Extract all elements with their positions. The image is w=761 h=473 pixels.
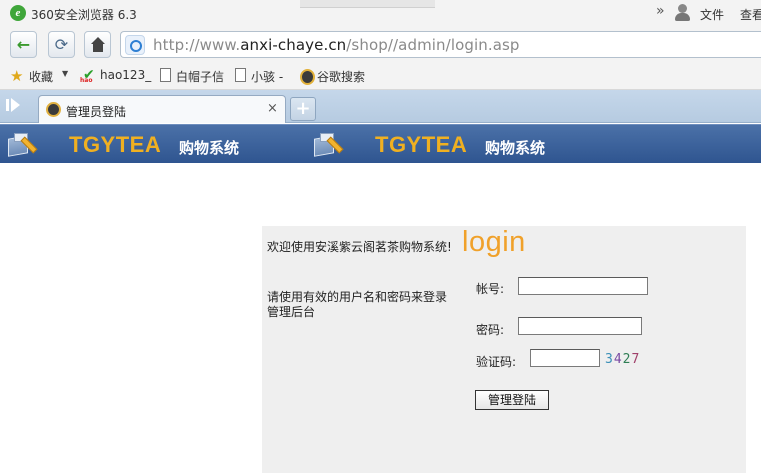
captcha-digit: 4 (613, 352, 623, 367)
admin-login-button[interactable]: 管理登陆 (475, 390, 549, 410)
login-hint: 请使用有效的用户名和密码来登录管理后台 (267, 290, 448, 319)
banner-brand: TGYTEA (69, 132, 162, 157)
captcha-label: 验证码: (476, 355, 517, 369)
captcha-digit: 3 (605, 352, 614, 367)
google-search-icon[interactable] (299, 67, 315, 85)
chevron-more-icon[interactable]: » (656, 3, 665, 19)
tab-strip: 管理员登陆 × + (0, 90, 761, 123)
favorites-dropdown-icon[interactable]: ▼ (62, 69, 68, 78)
hao123-icon[interactable]: ✔ hao (80, 67, 97, 84)
navigation-bar: ← ⟳ http://www.anxi-chaye.cn/shop//admin… (0, 28, 761, 62)
menu-file[interactable]: 文件 (700, 6, 724, 23)
refresh-icon: ⟳ (54, 35, 69, 54)
banner-subtitle: 购物系统 (485, 139, 546, 157)
welcome-text: 欢迎使用安溪紫云阁茗茶购物系统! (267, 240, 452, 254)
bookmark-favorites[interactable]: 收藏 (29, 68, 53, 85)
url-prefix: http://www. (153, 36, 241, 54)
browser-logo-icon: e (10, 5, 26, 21)
address-url[interactable]: http://www.anxi-chaye.cn/shop//admin/log… (153, 36, 520, 54)
banner-subtitle: 购物系统 (179, 139, 240, 157)
back-arrow-icon: ← (16, 35, 31, 54)
site-security-icon[interactable] (125, 35, 145, 55)
username-input[interactable] (518, 277, 648, 295)
favorites-star-icon[interactable]: ★ (10, 67, 23, 85)
browser-title-bar: e 360安全浏览器 6.3 » 文件 查看 (0, 0, 761, 28)
menu-view[interactable]: 查看 (740, 6, 761, 23)
bookmarks-bar: ★ 收藏 ▼ ✔ hao hao123_ 白帽子信 小骇 - 谷歌搜索 (0, 62, 761, 90)
login-title: login (462, 226, 526, 258)
shopping-box-icon (4, 128, 38, 161)
bookmark-hao123[interactable]: hao123_ (100, 68, 151, 82)
bookmark-google-search[interactable]: 谷歌搜索 (317, 68, 365, 85)
url-domain: anxi-chaye.cn (240, 36, 347, 54)
close-tab-icon[interactable]: × (267, 101, 278, 116)
password-label: 密码: (476, 323, 505, 337)
url-path: /shop//admin/login.asp (346, 36, 520, 54)
tab-favicon-icon (46, 102, 61, 117)
page-doc-icon (160, 68, 171, 82)
refresh-button[interactable]: ⟳ (48, 31, 75, 58)
page-doc-icon (235, 68, 246, 82)
address-bar[interactable]: http://www.anxi-chaye.cn/shop//admin/log… (120, 31, 761, 58)
user-account-icon[interactable] (674, 4, 690, 22)
site-banner: TGYTEA 购物系统 TGYTEA 购物系统 (0, 124, 761, 163)
username-label: 帐号: (476, 282, 505, 296)
password-input[interactable] (518, 317, 642, 335)
home-button[interactable] (84, 31, 111, 58)
tab-label: 管理员登陆 (66, 105, 127, 119)
tab-admin-login[interactable]: 管理员登陆 × (38, 95, 286, 123)
captcha-digit: 7 (631, 352, 641, 367)
banner-brand: TGYTEA (375, 132, 468, 157)
captcha-image[interactable]: 3427 (605, 352, 640, 367)
login-panel: 欢迎使用安溪紫云阁茗茶购物系统! 请使用有效的用户名和密码来登录管理后台 log… (262, 226, 746, 473)
new-tab-button[interactable]: + (290, 97, 316, 121)
captcha-input[interactable] (530, 349, 600, 367)
bookmark-baimaozixin[interactable]: 白帽子信 (176, 68, 224, 85)
shopping-box-icon (310, 128, 344, 161)
browser-title: 360安全浏览器 6.3 (31, 8, 137, 22)
title-bar-drag-area[interactable] (300, 0, 435, 8)
back-button[interactable]: ← (10, 31, 37, 58)
bookmark-xiaohai[interactable]: 小骇 - (251, 68, 283, 85)
